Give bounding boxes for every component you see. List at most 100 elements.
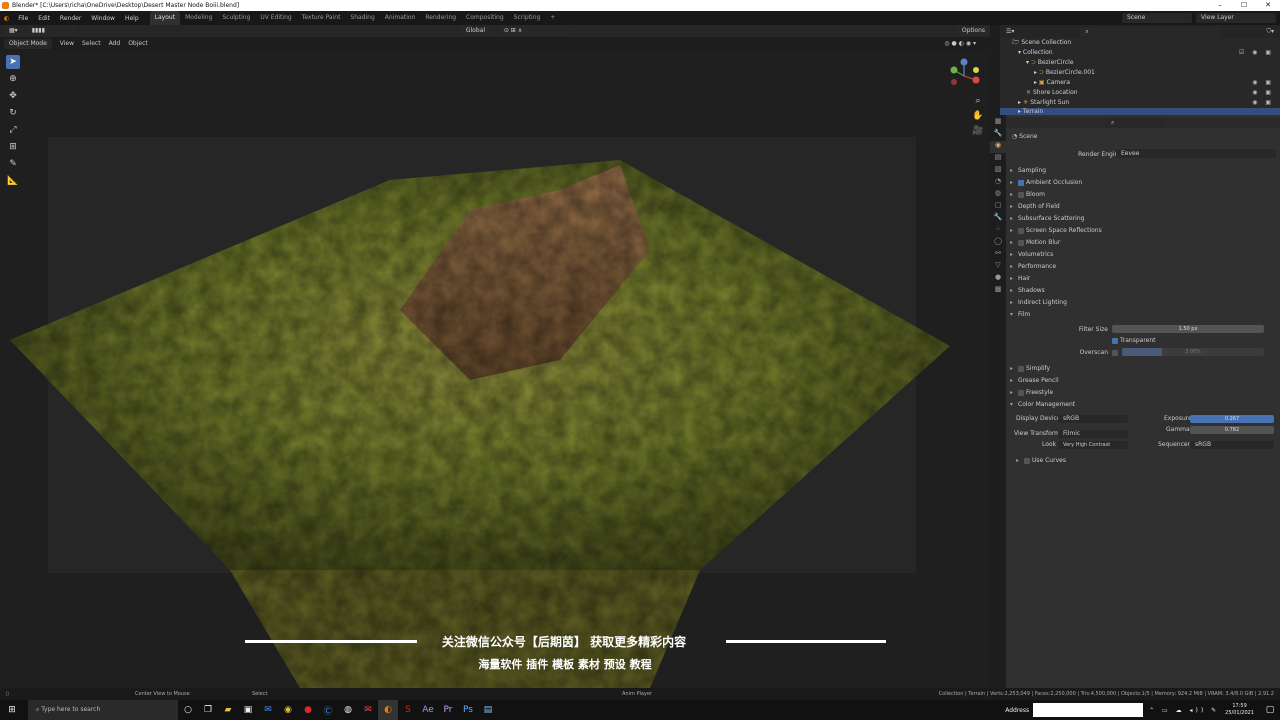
task-view-icon[interactable]: ❐	[198, 700, 218, 720]
filter-icon[interactable]: ⛉▾	[1266, 28, 1274, 36]
menu-view[interactable]: View	[60, 40, 74, 47]
properties-search-field[interactable]: ⌕	[1106, 118, 1166, 128]
select-mode-buttons[interactable]: ▮▮▮▮	[26, 26, 77, 36]
blender-menu-icon[interactable]: ◐	[4, 15, 9, 22]
sequencer-dropdown[interactable]: sRGB	[1190, 441, 1274, 449]
options-dropdown[interactable]: Options	[956, 26, 990, 36]
panel-bloom[interactable]: ▸ Bloom	[1006, 189, 1280, 200]
outliner-item-terrain[interactable]: ▸ Terrain	[1000, 108, 1280, 115]
select-box-tool-icon[interactable]: ➤	[6, 55, 20, 69]
photoshop-icon[interactable]: Ps	[458, 700, 478, 720]
menu-edit[interactable]: Edit	[33, 15, 55, 22]
panel-simplify[interactable]: ▸ Simplify	[1006, 363, 1280, 374]
chat-icon[interactable]: ◍	[338, 700, 358, 720]
overscan-field[interactable]: 3.00%	[1122, 348, 1264, 356]
use-curves-row[interactable]: ▸ Use Curves	[1006, 455, 1280, 466]
scene-selector[interactable]: Scene	[1122, 13, 1192, 23]
close-button[interactable]: ✕	[1256, 0, 1280, 11]
menu-file[interactable]: File	[13, 15, 33, 22]
tab-sculpting[interactable]: Sculpting	[217, 11, 255, 25]
properties-editor-icon[interactable]: ▦	[990, 117, 1006, 129]
menu-select[interactable]: Select	[82, 40, 101, 47]
menu-add[interactable]: Add	[109, 40, 121, 47]
panel-volumetrics[interactable]: ▸ Volumetrics	[1006, 249, 1280, 260]
panel-motion-blur[interactable]: ▸ Motion Blur	[1006, 237, 1280, 248]
particles-tab-icon[interactable]: ⁘	[990, 225, 1006, 237]
display-device-dropdown[interactable]: sRGB	[1058, 415, 1128, 423]
app-icon-c[interactable]: Ⓒ	[318, 700, 338, 720]
mail-app-icon[interactable]: ✉	[358, 700, 378, 720]
view-layer-selector[interactable]: View Layer	[1196, 13, 1276, 23]
outliner-item-beziercircle[interactable]: ▾ ⊃ BezierCircle	[1000, 58, 1280, 68]
windows-start-icon[interactable]: ⊞	[0, 700, 24, 720]
3d-viewport[interactable]: ➤ ⊕ ✥ ↻ ⤢ ⊞ ✎ 📐 ⌕ ✋ 🎥	[0, 50, 990, 688]
cortana-icon[interactable]: ○	[178, 700, 198, 720]
pivot-snap-controls[interactable]: ⊙ ⊞ ∧	[498, 26, 569, 36]
panel-hair[interactable]: ▸ Hair	[1006, 273, 1280, 284]
outliner-item-starlight-sun[interactable]: ▸ ☀ Starlight Sun ◉ ▣	[1000, 98, 1280, 108]
view-transform-dropdown[interactable]: Filmic	[1058, 430, 1128, 438]
chrome-icon[interactable]: ◉	[278, 700, 298, 720]
store-icon[interactable]: ▣	[238, 700, 258, 720]
after-effects-icon[interactable]: Ae	[418, 700, 438, 720]
panel-sampling[interactable]: ▸ Sampling	[1006, 165, 1280, 176]
modifier-tab-icon[interactable]: 🔧	[990, 213, 1006, 225]
menu-window[interactable]: Window	[86, 15, 120, 22]
tray-icons[interactable]: ⌃ ▭ ☁ ◂)) ✎	[1149, 707, 1219, 714]
render-engine-dropdown[interactable]: Eevee	[1116, 149, 1276, 158]
use-curves-checkbox[interactable]	[1024, 457, 1030, 464]
tab-uv-editing[interactable]: UV Editing	[255, 11, 296, 25]
viewport-shading-buttons[interactable]: ◎ ● ◐ ◉ ▾	[944, 40, 976, 47]
tab-layout[interactable]: Layout	[149, 11, 181, 25]
outliner-item-beziercircle-001[interactable]: ▸ ⊃ BezierCircle.001	[1000, 68, 1280, 78]
add-workspace-button[interactable]: +	[545, 11, 560, 25]
clock[interactable]: 17:59 25/01/2021	[1225, 703, 1254, 717]
navigation-gizmo[interactable]	[946, 58, 982, 94]
maximize-button[interactable]: ☐	[1232, 0, 1256, 11]
overscan-checkbox[interactable]	[1112, 350, 1118, 356]
panel-ssr[interactable]: ▸ Screen Space Reflections	[1006, 225, 1280, 236]
panel-ambient-occlusion[interactable]: ▸ Ambient Occlusion	[1006, 177, 1280, 188]
panel-film[interactable]: ▾ Film	[1006, 309, 1280, 320]
motion-blur-checkbox[interactable]	[1018, 239, 1024, 246]
panel-depth-of-field[interactable]: ▸ Depth of Field	[1006, 201, 1280, 212]
menu-help[interactable]: Help	[120, 15, 144, 22]
outliner-editor-icon[interactable]: ☰▾	[1006, 28, 1014, 35]
mail-icon[interactable]: ✉	[258, 700, 278, 720]
outliner-item-camera[interactable]: ▸ ▣ Camera ◉ ▣	[1000, 78, 1280, 88]
notifications-icon[interactable]: ▢	[1260, 700, 1280, 720]
panel-freestyle[interactable]: ▸ Freestyle	[1006, 387, 1280, 398]
camera-view-icon[interactable]: 🎥	[972, 126, 984, 141]
exposure-field[interactable]: 0.267	[1190, 415, 1274, 423]
transform-tool-icon[interactable]: ⊞	[6, 140, 20, 154]
ssr-checkbox[interactable]	[1018, 227, 1024, 234]
tab-modeling[interactable]: Modeling	[180, 11, 217, 25]
tab-texture-paint[interactable]: Texture Paint	[297, 11, 346, 25]
move-tool-icon[interactable]: ✥	[6, 89, 20, 103]
panel-indirect-lighting[interactable]: ▸ Indirect Lighting	[1006, 297, 1280, 308]
transparent-checkbox[interactable]	[1112, 337, 1118, 344]
measure-tool-icon[interactable]: 📐	[6, 174, 20, 188]
panel-shadows[interactable]: ▸ Shadows	[1006, 285, 1280, 296]
panel-color-management[interactable]: ▾ Color Management	[1006, 399, 1280, 410]
constraints-tab-icon[interactable]: ⚯	[990, 249, 1006, 261]
minimize-button[interactable]: –	[1208, 0, 1232, 11]
object-tab-icon[interactable]: ▢	[990, 201, 1006, 213]
world-tab-icon[interactable]: ◍	[990, 189, 1006, 201]
tab-compositing[interactable]: Compositing	[461, 11, 509, 25]
bloom-checkbox[interactable]	[1018, 191, 1024, 198]
panel-grease-pencil[interactable]: ▸ Grease Pencil	[1006, 375, 1280, 386]
tool-tab-icon[interactable]: 🔧	[990, 129, 1006, 141]
view-layer-tab-icon[interactable]: ▧	[990, 165, 1006, 177]
annotate-tool-icon[interactable]: ✎	[6, 157, 20, 171]
tab-animation[interactable]: Animation	[380, 11, 421, 25]
freestyle-checkbox[interactable]	[1018, 389, 1024, 396]
editor-type-button[interactable]: ▦▾	[4, 26, 23, 36]
scene-tab-icon[interactable]: ◔	[990, 177, 1006, 189]
physics-tab-icon[interactable]: ◯	[990, 237, 1006, 249]
material-tab-icon[interactable]: ●	[990, 273, 1006, 285]
look-dropdown[interactable]: Very High Contrast	[1058, 441, 1128, 449]
panel-subsurface-scattering[interactable]: ▸ Subsurface Scattering	[1006, 213, 1280, 224]
blender-taskbar-icon[interactable]: ◐	[378, 700, 398, 720]
filter-size-field[interactable]: 1.50 px	[1112, 325, 1264, 333]
